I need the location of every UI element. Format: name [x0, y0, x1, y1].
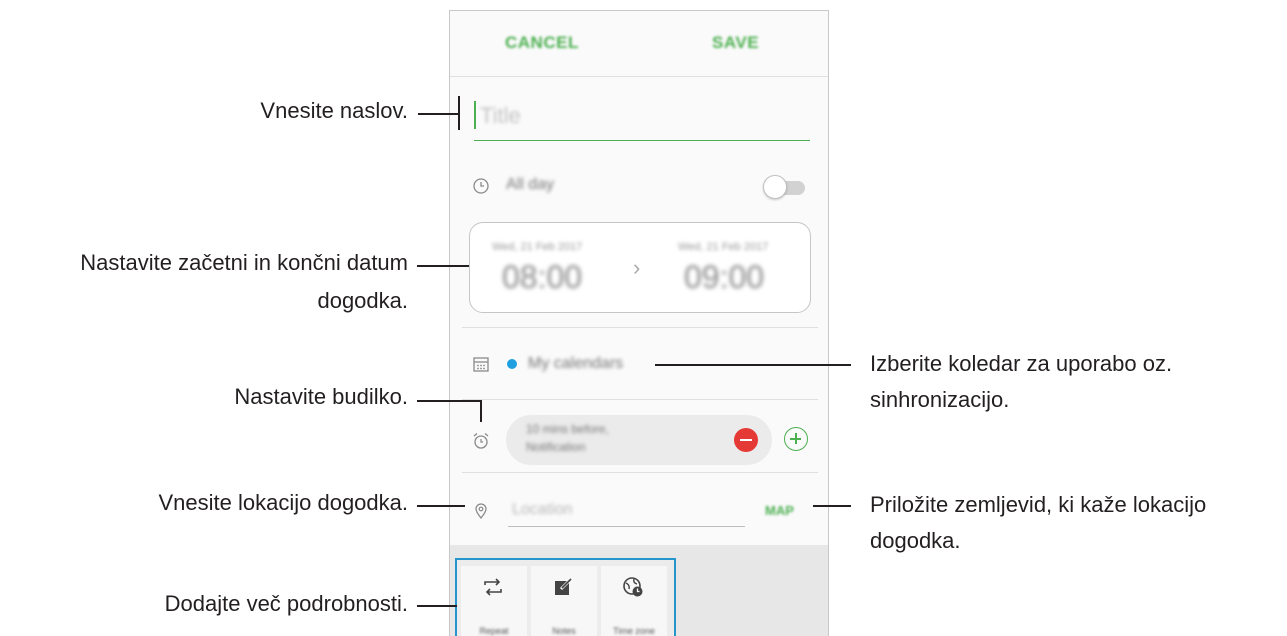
start-date: Wed, 21 Feb 2017 — [492, 241, 583, 253]
location-underline — [508, 526, 745, 527]
time-zone-icon — [623, 577, 643, 597]
time-zone-label: Time zone — [613, 626, 655, 636]
end-time: 09:00 — [684, 259, 765, 295]
leader-line — [417, 400, 482, 402]
callout-date-line2: dogodka. — [317, 288, 408, 313]
add-reminder-button[interactable] — [784, 427, 808, 451]
alarm-icon — [473, 433, 489, 449]
callout-title: Vnesite naslov. — [260, 98, 408, 123]
divider — [462, 472, 818, 473]
more-details-panel: Repeat Notes Time zone — [455, 558, 676, 636]
repeat-icon — [484, 578, 502, 596]
callout-alarm: Nastavite budilko. — [234, 384, 408, 409]
cancel-button[interactable]: CANCEL — [505, 33, 579, 53]
leader-line — [417, 265, 469, 267]
repeat-label: Repeat — [479, 626, 509, 636]
notes-label: Notes — [552, 626, 576, 636]
divider — [462, 327, 818, 328]
callout-date-line1: Nastavite začetni in končni datum — [80, 250, 408, 275]
notes-button[interactable]: Notes — [531, 566, 597, 636]
callout-map-line2: dogodka. — [870, 528, 961, 553]
title-input[interactable]: Title — [474, 97, 810, 141]
clock-icon — [473, 178, 489, 194]
leader-line — [418, 113, 460, 115]
phone-screen: CANCEL SAVE Title All day Wed, 21 Feb 20… — [449, 10, 829, 636]
remove-reminder-button[interactable] — [734, 428, 758, 452]
text-cursor — [474, 101, 476, 129]
calendar-selector[interactable]: My calendars — [528, 355, 623, 373]
title-placeholder: Title — [480, 103, 521, 128]
toggle-knob — [763, 175, 787, 199]
leader-line — [417, 505, 465, 507]
leader-line — [655, 364, 851, 366]
action-bar: CANCEL SAVE — [450, 11, 828, 77]
save-button[interactable]: SAVE — [712, 33, 759, 53]
callout-location: Vnesite lokacijo dogodka. — [158, 490, 409, 515]
calendar-icon — [473, 357, 489, 372]
start-time: 08:00 — [502, 259, 583, 295]
leader-line — [417, 605, 457, 607]
callout-more: Dodajte več podrobnosti. — [164, 591, 408, 616]
end-date: Wed, 21 Feb 2017 — [678, 241, 769, 253]
callout-map-line1: Priložite zemljevid, ki kaže lokacijo — [870, 492, 1207, 517]
callout-calendar-line2: sinhronizacijo. — [870, 387, 1010, 412]
location-input[interactable]: Location — [512, 501, 573, 519]
reminder-pill[interactable]: 10 mins before, Notification — [506, 415, 772, 465]
divider — [462, 399, 818, 400]
leader-bracket — [458, 96, 460, 130]
callout-calendar-line1: Izberite koledar za uporabo oz. — [870, 351, 1173, 376]
repeat-button[interactable]: Repeat — [461, 566, 527, 636]
leader-line — [813, 505, 851, 507]
time-zone-button[interactable]: Time zone — [601, 566, 667, 636]
location-pin-icon — [475, 503, 487, 520]
notes-icon — [555, 577, 573, 595]
calendar-color-dot — [507, 359, 517, 369]
leader-line — [480, 400, 482, 422]
chevron-right-icon: › — [633, 255, 641, 280]
all-day-label: All day — [506, 176, 555, 193]
map-button[interactable]: MAP — [765, 503, 794, 518]
date-time-range[interactable]: Wed, 21 Feb 2017 08:00 › Wed, 21 Feb 201… — [469, 222, 811, 313]
reminder-type: Notification — [526, 440, 586, 454]
reminder-time: 10 mins before, — [526, 422, 609, 436]
all-day-toggle[interactable] — [763, 175, 807, 199]
